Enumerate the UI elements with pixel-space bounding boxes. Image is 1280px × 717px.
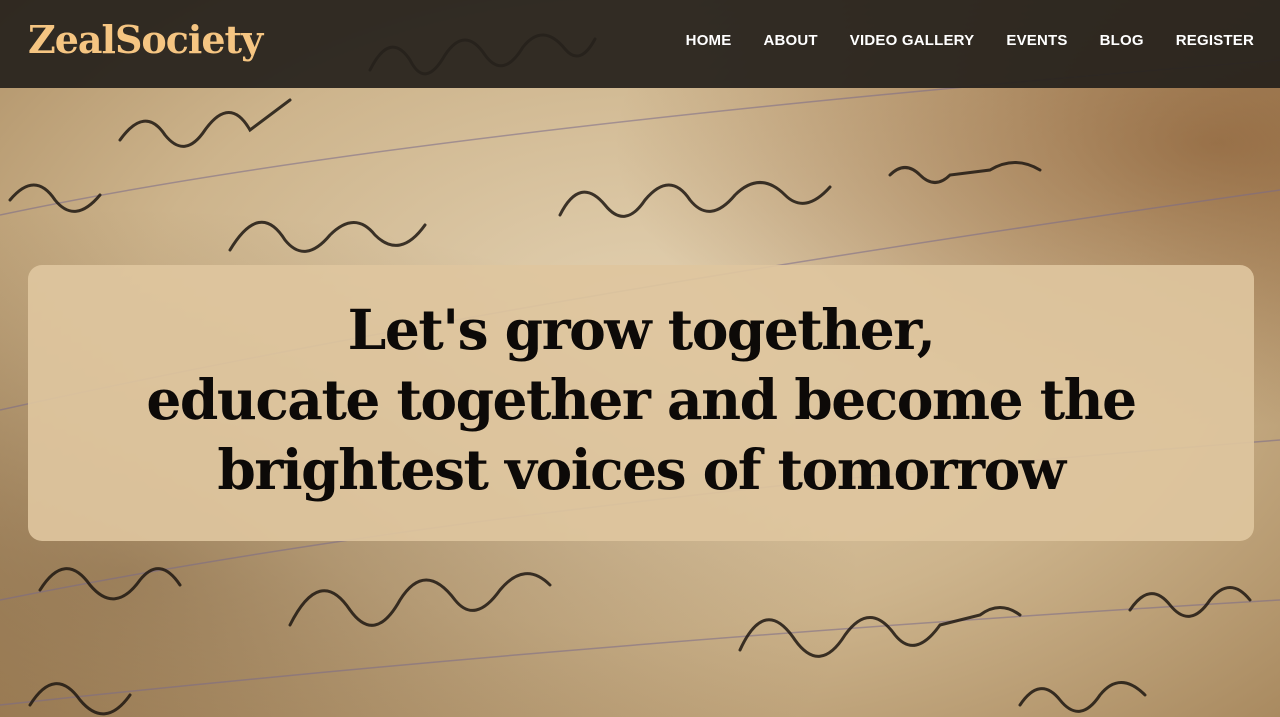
hero-card: Let's grow together, educate together an… bbox=[28, 265, 1254, 541]
nav-item-blog[interactable]: BLOG bbox=[1100, 30, 1144, 52]
nav-item-about[interactable]: ABOUT bbox=[763, 30, 817, 52]
nav-item-events[interactable]: EVENTS bbox=[1006, 30, 1067, 52]
hero-heading-line-2: educate together and become the bbox=[146, 367, 1137, 432]
nav-item-register[interactable]: REGISTER bbox=[1176, 30, 1254, 52]
hero-heading-line-3: brightest voices of tomorrow bbox=[217, 437, 1066, 502]
nav-item-video-gallery[interactable]: VIDEO GALLERY bbox=[850, 30, 975, 52]
hero-heading-line-1: Let's grow together, bbox=[347, 297, 936, 362]
top-navbar: ZealSociety HOME ABOUT VIDEO GALLERY EVE… bbox=[0, 0, 1280, 88]
brand-logo[interactable]: ZealSociety bbox=[28, 14, 263, 66]
nav-item-home[interactable]: HOME bbox=[686, 30, 732, 52]
nav-menu: HOME ABOUT VIDEO GALLERY EVENTS BLOG REG… bbox=[686, 30, 1254, 52]
hero-heading: Let's grow together, educate together an… bbox=[146, 295, 1137, 505]
